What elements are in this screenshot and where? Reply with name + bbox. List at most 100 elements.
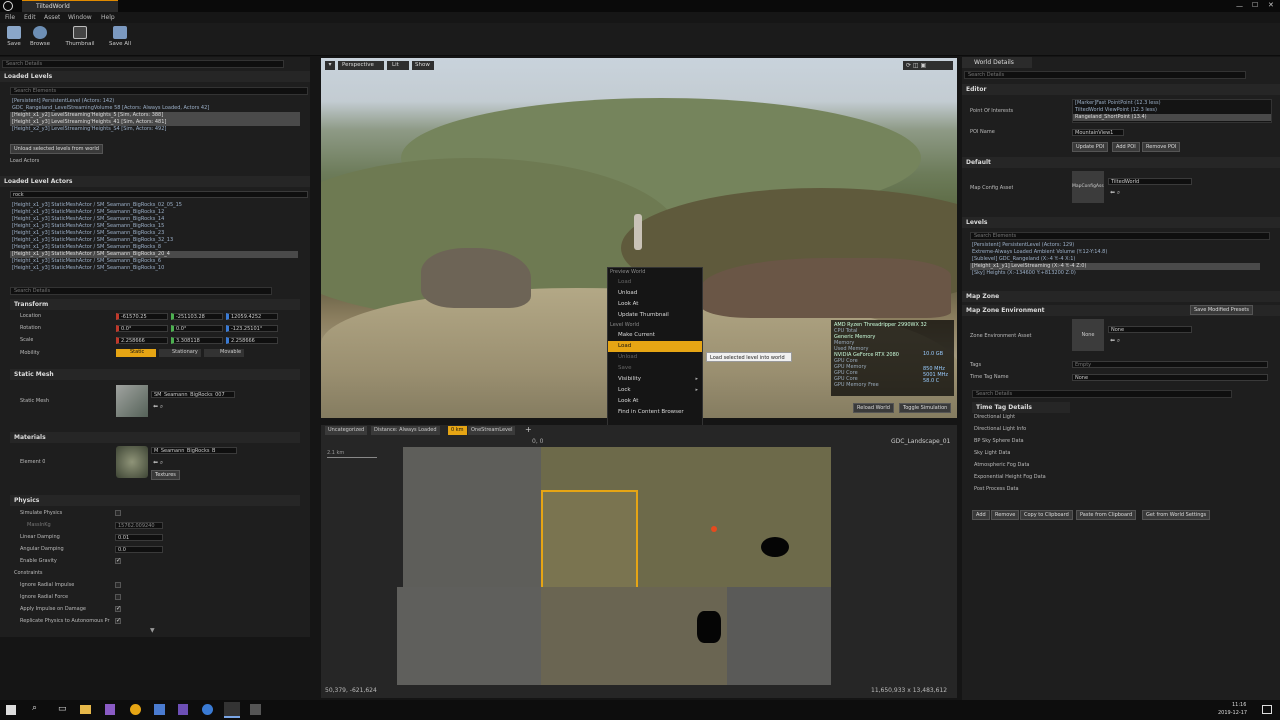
- context-menu-item[interactable]: Unload: [608, 352, 702, 363]
- thumbnail-button[interactable]: Thumbnail: [63, 26, 97, 52]
- close-icon[interactable]: ✕: [1268, 1, 1274, 9]
- level-tab[interactable]: TiltedWorld: [22, 0, 118, 12]
- tag-zero-km[interactable]: 0 km: [448, 426, 467, 435]
- browser-icon[interactable]: [202, 704, 213, 715]
- material-dropdown[interactable]: M_Seamann_BigRocks_B: [151, 447, 237, 454]
- replicate-physics-checkbox[interactable]: [115, 618, 121, 624]
- materials-header[interactable]: Materials: [10, 432, 300, 443]
- list-item[interactable]: TiltedWorld ViewPoint (12.3 less): [1073, 107, 1271, 114]
- zone-asset-thumbnail[interactable]: None: [1072, 319, 1104, 351]
- list-item[interactable]: [Height_x1_y2] LevelStreaming'Heights_5 …: [10, 112, 300, 119]
- mobility-stationary-button[interactable]: Stationary: [159, 349, 201, 357]
- apply-impulse-checkbox[interactable]: [115, 606, 121, 612]
- file-explorer-icon[interactable]: [80, 705, 91, 714]
- levels-elements-search[interactable]: Search Elements: [970, 232, 1270, 240]
- list-item[interactable]: [Persistent] PersistentLevel (Actors: 12…: [970, 242, 1260, 249]
- transform-header[interactable]: Transform: [10, 299, 300, 310]
- location-y-field[interactable]: -251103.28: [171, 313, 223, 320]
- selected-level-tile[interactable]: [541, 490, 638, 589]
- mesh-thumbnail[interactable]: [116, 385, 148, 417]
- physics-header[interactable]: Physics: [10, 495, 300, 506]
- world-search-input[interactable]: Search Details: [964, 71, 1246, 79]
- rotation-y-field[interactable]: 0.0°: [171, 325, 223, 332]
- save-all-button[interactable]: Save All: [107, 26, 133, 52]
- context-menu-item[interactable]: Lock ▸: [608, 385, 702, 396]
- expand-icon[interactable]: ▼: [150, 627, 155, 634]
- reload-world-button[interactable]: Reload World: [853, 403, 894, 413]
- list-item[interactable]: [Marker]Fast PointPoint (12.3 less): [1073, 100, 1271, 107]
- list-item[interactable]: Rangeland_ShortPoint (13.4): [1073, 114, 1271, 121]
- add-button[interactable]: Add: [972, 510, 990, 520]
- context-menu-item[interactable]: Make Current: [608, 330, 702, 341]
- context-menu-item[interactable]: Save: [608, 363, 702, 374]
- list-item[interactable]: [Height_x1_y3] StaticMeshActor / SM_Seam…: [10, 202, 298, 209]
- actor-filter-input[interactable]: rock: [10, 191, 308, 198]
- list-item[interactable]: [Height_x1_y3] StaticMeshActor / SM_Seam…: [10, 251, 298, 258]
- tag-item[interactable]: Atmospheric Fog Data: [974, 462, 1070, 474]
- time-tag-dropdown[interactable]: None: [1072, 374, 1268, 381]
- save-presets-button[interactable]: Save Modified Presets: [1190, 305, 1253, 315]
- tag-one-stream-level[interactable]: OneStreamLevel: [468, 426, 516, 435]
- level-tile[interactable]: [397, 587, 541, 685]
- rotation-z-field[interactable]: -123.25101°: [226, 325, 278, 332]
- list-item[interactable]: [Height_x1_y3] StaticMeshActor / SM_Seam…: [10, 265, 298, 272]
- loaded-actors-header[interactable]: Loaded Level Actors: [0, 176, 310, 187]
- viewport-menu-icon[interactable]: ▾: [325, 61, 335, 70]
- elements-search-input[interactable]: Search Elements: [10, 87, 308, 95]
- list-item[interactable]: [Height_x1_y3] StaticMeshActor / SM_Seam…: [10, 209, 298, 216]
- context-menu-item[interactable]: Visibility ▸: [608, 374, 702, 385]
- static-mesh-header[interactable]: Static Mesh: [10, 369, 300, 380]
- minimize-icon[interactable]: —: [1236, 2, 1243, 10]
- search-icon[interactable]: ⌕: [32, 703, 37, 713]
- context-menu-item[interactable]: Look At: [608, 396, 702, 407]
- context-menu-item[interactable]: Load: [608, 277, 702, 288]
- linear-damping-field[interactable]: 0.01: [115, 534, 163, 541]
- browse-button[interactable]: Browse: [27, 26, 53, 52]
- tag-item[interactable]: Directional Light: [974, 414, 1070, 426]
- scale-z-field[interactable]: 2.258666: [226, 337, 278, 344]
- map-zone-header[interactable]: Map Zone: [962, 291, 1280, 302]
- list-item[interactable]: [Height_x1_y3] LevelStreaming'Heights_41…: [10, 119, 300, 126]
- context-menu-item[interactable]: Unload: [608, 288, 702, 299]
- material-thumbnail[interactable]: [116, 446, 148, 478]
- scale-x-field[interactable]: 2.258666: [116, 337, 168, 344]
- show-button[interactable]: Show: [412, 61, 434, 70]
- tag-distance[interactable]: Distance: Always Loaded: [371, 426, 440, 435]
- tag-item[interactable]: BP Sky Sphere Data: [974, 438, 1070, 450]
- menu-help[interactable]: Help: [101, 14, 115, 21]
- list-item[interactable]: [Height_x2_y3] LevelStreaming'Heights_S4…: [10, 126, 300, 133]
- list-item[interactable]: [Persistent] PersistentLevel (Actors: 14…: [10, 98, 300, 105]
- menu-edit[interactable]: Edit: [24, 14, 36, 21]
- visual-studio-icon-2[interactable]: [178, 704, 188, 715]
- viewport-controls[interactable]: ⟳ ◫ ▣: [903, 61, 953, 70]
- time-tag-details-header[interactable]: Time Tag Details: [972, 402, 1070, 413]
- list-item[interactable]: [Sky] Heights (X:-134600 Y:+813200 Z:0): [970, 270, 1260, 277]
- chrome-icon[interactable]: [130, 704, 141, 715]
- update-poi-button[interactable]: Update POI: [1072, 142, 1109, 152]
- static-mesh-dropdown[interactable]: SM_Seamann_BigRocks_007: [151, 391, 235, 398]
- enable-gravity-checkbox[interactable]: [115, 558, 121, 564]
- perspective-button[interactable]: Perspective: [338, 61, 384, 70]
- unload-selected-button[interactable]: Unload selected levels from world: [10, 144, 103, 154]
- list-item[interactable]: [Height_x1_y1] LevelStreaming (X:-4 Y:-4…: [970, 263, 1260, 270]
- list-item[interactable]: [Height_x1_y3] StaticMeshActor / SM_Seam…: [10, 230, 298, 237]
- context-menu-item[interactable]: Update Thumbnail: [608, 310, 702, 321]
- list-item[interactable]: GDC_Rangeland_LevelStreamingVolume 58 [A…: [10, 105, 300, 112]
- context-menu-item[interactable]: Look At: [608, 299, 702, 310]
- list-item[interactable]: [Height_x1_y3] StaticMeshActor / SM_Seam…: [10, 223, 298, 230]
- list-item[interactable]: [Height_x1_y3] StaticMeshActor / SM_Seam…: [10, 258, 298, 265]
- menu-file[interactable]: File: [5, 14, 15, 21]
- details-search-input[interactable]: Search Details: [10, 287, 272, 295]
- rotation-x-field[interactable]: 0.0°: [116, 325, 168, 332]
- textures-button[interactable]: Textures: [151, 470, 180, 480]
- constraints-label[interactable]: Constraints: [14, 570, 43, 576]
- levels-header[interactable]: Levels: [962, 217, 1280, 228]
- mobility-movable-button[interactable]: Movable: [204, 349, 244, 357]
- list-item[interactable]: Extreme-Always Loaded Ambient Volume (Y:…: [970, 249, 1260, 256]
- level-tile[interactable]: [403, 447, 541, 587]
- list-item[interactable]: [Sublevel] GDC_Rangeland (X:-4 Y:-4 X:1): [970, 256, 1260, 263]
- copy-clipboard-button[interactable]: Copy to Clipboard: [1020, 510, 1073, 520]
- mass-field[interactable]: 15762.009240: [115, 522, 163, 529]
- visual-studio-icon[interactable]: [105, 704, 115, 715]
- tags-field[interactable]: Empty: [1072, 361, 1268, 368]
